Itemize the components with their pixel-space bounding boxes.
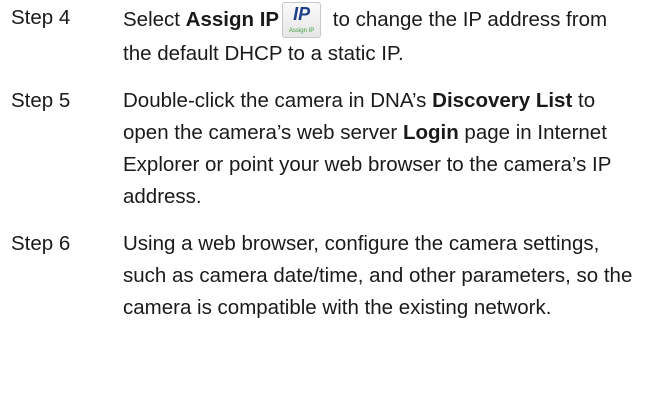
step-label: Step 4 [11,6,71,29]
ip-caption: Assign IP [288,28,315,34]
instruction-page: Step 4 Select Assign IP IP Assign IP to ch… [0,0,645,418]
discovery-list-label: Discovery List [432,89,573,112]
step-4: Step 4 Select Assign IP IP Assign IP to ch… [0,2,645,70]
step-text: Select Assign IP IP Assign IP to change th… [123,2,608,65]
ip-glyph: IP [293,4,311,24]
login-label: Login [402,121,459,144]
step-6: Step 6 Using a web browser, configure th… [0,228,645,324]
assign-ip-label: Assign IP [185,8,280,31]
step-label: Step 6 [11,232,71,255]
step-text: Double-click the camera in DNA’s Discove… [123,89,612,208]
step-text: Using a web browser, configure the camer… [123,232,633,319]
step-5: Step 5 Double-click the camera in DNA’s … [0,85,645,213]
assign-ip-icon: IP Assign IP [282,2,322,38]
step-label: Step 5 [11,89,71,112]
